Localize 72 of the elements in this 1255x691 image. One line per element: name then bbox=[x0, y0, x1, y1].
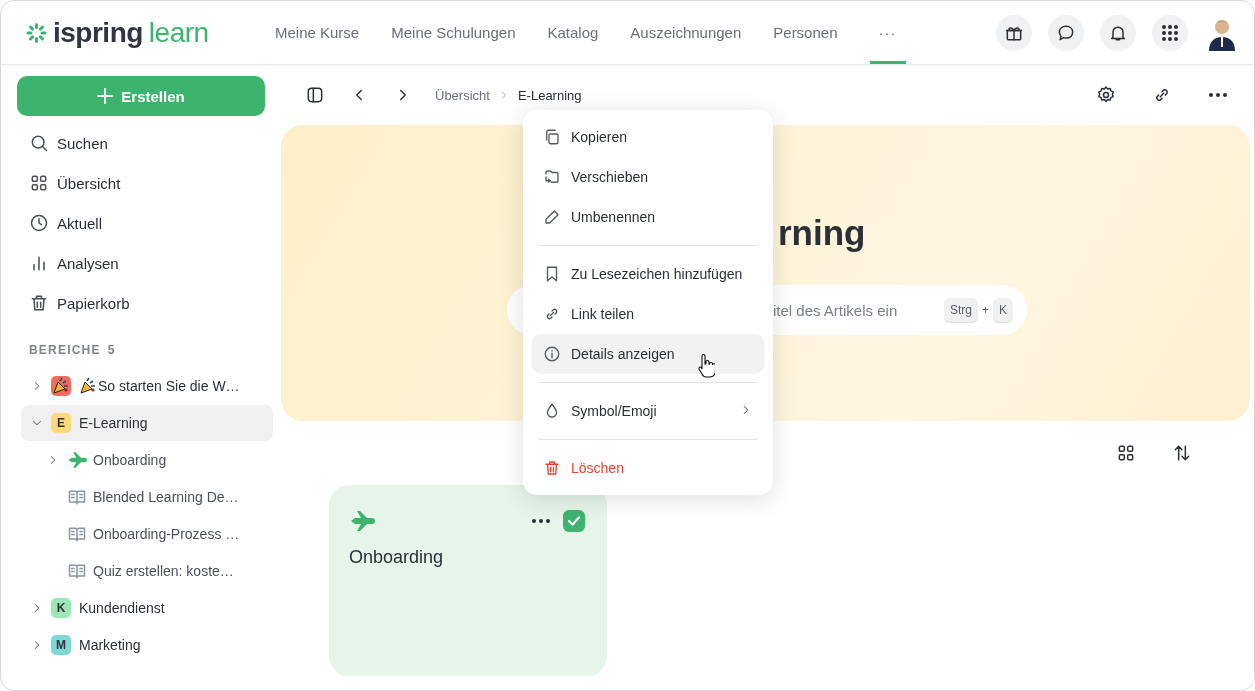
panel-icon bbox=[305, 85, 325, 105]
logo-text: learn bbox=[148, 16, 209, 49]
notifications-button[interactable] bbox=[1100, 14, 1136, 51]
tree-item[interactable]: M Marketing bbox=[21, 627, 273, 663]
menu-item[interactable]: Umbenennen bbox=[531, 197, 765, 237]
nav-tab[interactable]: Katalog bbox=[547, 1, 599, 64]
nav-tab[interactable]: ··· bbox=[869, 1, 906, 64]
menu-item[interactable]: Zu Lesezeichen hinzufügen bbox=[531, 254, 765, 294]
book-icon bbox=[67, 487, 87, 507]
airplane-icon bbox=[67, 449, 87, 471]
breadcrumb-link[interactable]: Übersicht bbox=[435, 87, 490, 103]
tree-item[interactable]: K Kundendienst bbox=[21, 590, 273, 626]
book-icon bbox=[67, 524, 87, 544]
sidebar-item[interactable]: Suchen bbox=[17, 123, 273, 163]
checkmark-icon bbox=[567, 514, 581, 528]
more-icon[interactable] bbox=[1208, 92, 1228, 98]
plus-icon bbox=[97, 88, 114, 104]
sort-icon bbox=[1172, 443, 1192, 463]
more-icon[interactable] bbox=[531, 518, 551, 524]
logo-text: ispring bbox=[53, 16, 143, 49]
gift-button[interactable] bbox=[996, 14, 1032, 51]
apps-button[interactable] bbox=[1152, 14, 1188, 51]
menu-item[interactable]: Link teilen bbox=[531, 294, 765, 334]
chat-button[interactable] bbox=[1048, 14, 1084, 51]
tree-item[interactable]: Onboarding-Prozess … bbox=[21, 516, 273, 552]
tree-item[interactable]: Onboarding bbox=[21, 442, 273, 478]
airplane-icon bbox=[349, 510, 375, 532]
sidebar-item[interactable]: Papierkorb bbox=[17, 283, 273, 323]
sidebar-item[interactable]: Aktuell bbox=[17, 203, 273, 243]
section-title: BEREICHE bbox=[29, 343, 101, 357]
keyboard-key: Strg bbox=[943, 298, 978, 322]
section-count: 5 bbox=[107, 343, 116, 357]
nav-tab[interactable]: Meine Schulungen bbox=[391, 1, 516, 64]
clock-icon bbox=[29, 213, 49, 233]
menu-item[interactable]: Symbol/Emoji bbox=[531, 391, 765, 431]
search-icon bbox=[29, 133, 49, 153]
party-popper-icon bbox=[79, 377, 97, 395]
menu-item[interactable]: Löschen bbox=[531, 448, 765, 488]
sidebar-item[interactable]: Analysen bbox=[17, 243, 273, 283]
grid-icon bbox=[1116, 443, 1136, 463]
tree-item[interactable]: So starten Sie die W… bbox=[21, 368, 273, 404]
pointer-hand-icon bbox=[697, 354, 715, 378]
nav-tab[interactable]: Personen bbox=[773, 1, 838, 64]
trash-icon bbox=[543, 459, 561, 477]
plus-sign: + bbox=[981, 303, 989, 317]
space-badge: K bbox=[51, 598, 71, 618]
logo-icon bbox=[25, 21, 47, 44]
settings-icon bbox=[1096, 85, 1116, 105]
page-title: rning bbox=[778, 213, 867, 254]
space-badge: M bbox=[51, 635, 71, 655]
nav-tab[interactable]: Meine Kurse bbox=[275, 1, 360, 64]
keyboard-key: K bbox=[993, 298, 1013, 322]
move-icon bbox=[543, 168, 561, 186]
tree-item[interactable]: E E-Learning bbox=[21, 405, 273, 441]
tree-item[interactable]: Quiz erstellen: koste… bbox=[21, 553, 273, 589]
menu-item[interactable]: Verschieben bbox=[531, 157, 765, 197]
grid-icon bbox=[29, 173, 49, 193]
course-card[interactable]: Onboarding bbox=[329, 485, 607, 676]
pencil-icon bbox=[543, 208, 561, 226]
tree-item[interactable]: Blended Learning De… bbox=[21, 479, 273, 515]
card-title: Onboarding bbox=[349, 547, 445, 568]
book-icon bbox=[67, 561, 87, 581]
checkbox[interactable] bbox=[563, 510, 585, 532]
info-icon bbox=[543, 345, 561, 363]
trash-icon bbox=[29, 293, 49, 313]
menu-item[interactable]: Kopieren bbox=[531, 117, 765, 157]
breadcrumb-link[interactable]: E-Learning bbox=[517, 87, 582, 103]
copy-icon bbox=[543, 128, 561, 146]
sidebar-item[interactable]: Übersicht bbox=[17, 163, 273, 203]
nav-tab[interactable]: Auszeichnungen bbox=[630, 1, 742, 64]
apps-grid-icon bbox=[1161, 23, 1179, 42]
space-badge: E bbox=[51, 413, 71, 433]
